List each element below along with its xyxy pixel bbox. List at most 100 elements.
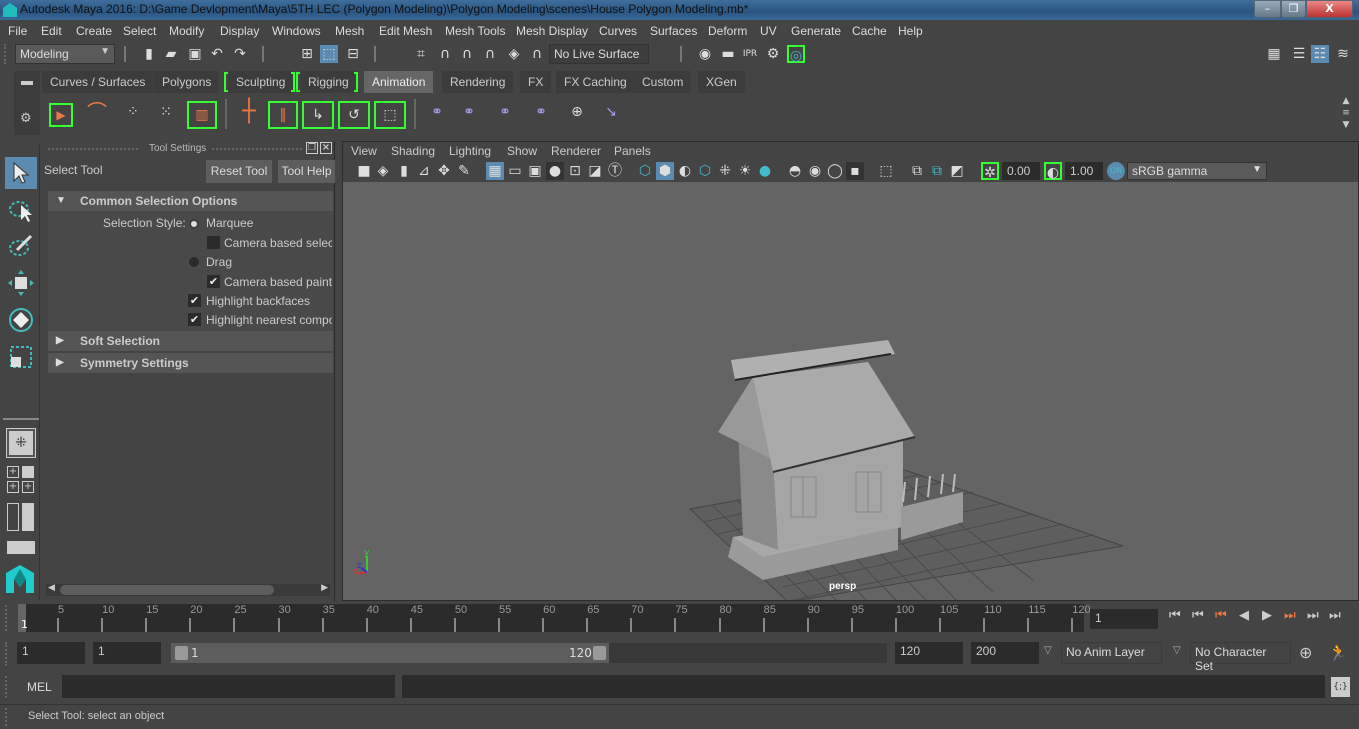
select-hierarchy-icon[interactable]: ⊞ <box>298 45 316 63</box>
image-plane-icon[interactable]: ⊿ <box>415 162 433 180</box>
four-view-layout-icon[interactable]: + <box>22 481 34 493</box>
symmetry-settings-section[interactable]: ▶ Symmetry Settings <box>48 353 333 373</box>
use-all-lights-icon[interactable]: ☀ <box>736 162 754 180</box>
smooth-shade-icon[interactable]: ⬢ <box>656 162 674 180</box>
attribute-editor-icon[interactable]: ☰ <box>1290 45 1308 63</box>
menu-cache[interactable]: Cache <box>852 24 887 38</box>
live-surface-field[interactable]: No Live Surface <box>549 44 649 64</box>
character-set-dropdown[interactable]: No Character Set <box>1190 642 1291 673</box>
xray-components-icon[interactable]: ◩ <box>948 162 966 180</box>
save-scene-icon[interactable]: ▣ <box>186 45 204 63</box>
menu-file[interactable]: File <box>8 24 27 38</box>
create-clip-icon[interactable]: ▥ <box>187 101 217 129</box>
time-slider-grip[interactable] <box>5 605 9 631</box>
highlight-nearest-checkbox[interactable]: ✔ <box>188 313 201 326</box>
scale-constraint-icon[interactable]: ⚭ <box>528 103 554 127</box>
menu-surfaces[interactable]: Surfaces <box>650 24 697 38</box>
select-tool-icon[interactable] <box>5 157 37 189</box>
scroll-right-icon[interactable]: ▶ <box>321 583 328 593</box>
menu-generate[interactable]: Generate <box>791 24 841 38</box>
gate-mask-icon[interactable]: ● <box>546 162 564 180</box>
select-object-icon[interactable]: ⬚ <box>320 45 338 63</box>
step-back-key-icon[interactable]: ⏮ <box>1215 608 1227 623</box>
exposure-field[interactable]: 0.00 <box>1002 162 1040 180</box>
viewport-menu-shading[interactable]: Shading <box>391 144 435 158</box>
menu-windows[interactable]: Windows <box>272 24 321 38</box>
motion-trail-icon[interactable]: ⌒ <box>85 102 109 127</box>
bookmark-icon[interactable]: ▮ <box>395 162 413 180</box>
aim-constraint-icon[interactable]: ⊕ <box>564 103 590 127</box>
viewport-menu-renderer[interactable]: Renderer <box>551 144 601 158</box>
shelf-tab-polygons[interactable]: Polygons <box>154 71 220 93</box>
hypershade-icon[interactable]: ◎ <box>787 45 805 64</box>
screen-space-ao-icon[interactable]: ◓ <box>786 162 804 180</box>
textured-icon[interactable]: ⁜ <box>716 162 734 180</box>
menu-uv[interactable]: UV <box>760 24 777 38</box>
panel-drag-grip[interactable] <box>48 148 138 150</box>
two-d-pan-zoom-icon[interactable]: ✥ <box>435 162 453 180</box>
point-constraint-icon[interactable]: ⚭ <box>456 103 482 127</box>
animation-end-field[interactable]: 200 <box>971 642 1039 664</box>
shelf-tab-fx[interactable]: FX <box>520 71 552 93</box>
render-settings-icon[interactable]: ⚙ <box>764 45 782 63</box>
help-line-grip[interactable] <box>5 708 9 726</box>
shelf-settings-gear-icon[interactable]: ⚙ <box>20 111 32 126</box>
menu-edit-mesh[interactable]: Edit Mesh <box>379 24 432 38</box>
rotate-tool-icon[interactable] <box>5 304 37 336</box>
make-live-icon[interactable]: ◈ <box>505 45 523 63</box>
key-rotate-icon[interactable]: ↺ <box>338 101 370 129</box>
anim-layer-dropdown[interactable]: No Anim Layer <box>1061 642 1162 664</box>
graph-editor-layout-icon[interactable] <box>7 541 35 554</box>
reset-tool-button[interactable]: Reset Tool <box>206 160 272 183</box>
new-scene-icon[interactable]: ▮ <box>140 45 158 63</box>
menu-create[interactable]: Create <box>76 24 112 38</box>
scale-tool-icon[interactable] <box>5 341 37 373</box>
use-default-material-icon[interactable]: ◐ <box>676 162 694 180</box>
shelf-tab-custom[interactable]: Custom <box>634 71 692 93</box>
tool-settings-toggle-icon[interactable]: ☷ <box>1311 45 1329 63</box>
minimize-button[interactable]: – <box>1254 0 1281 18</box>
ipr-render-icon[interactable]: IPR <box>741 45 759 63</box>
paint-select-tool-icon[interactable] <box>5 230 37 262</box>
shelf-scroll-arrows[interactable]: ▲ ≡ ▼ <box>1339 95 1353 131</box>
auto-key-icon[interactable]: ⊕ <box>1299 643 1312 662</box>
outliner-layout-icon[interactable] <box>7 503 19 531</box>
current-frame-field[interactable]: 1 <box>1090 609 1158 629</box>
shelf-tab-rigging[interactable]: Rigging <box>300 71 357 93</box>
marquee-radio[interactable] <box>189 219 199 229</box>
four-view-layout-icon[interactable]: + <box>7 466 19 478</box>
exposure-icon[interactable]: ✲ <box>981 162 999 181</box>
scroll-left-icon[interactable]: ◀ <box>48 583 55 593</box>
time-slider[interactable]: 1 5 10 15 20 25 30 35 40 45 50 55 60 65 70 75 80 85 90 95 1… <box>18 604 1091 632</box>
close-panel-icon[interactable]: × <box>320 142 332 154</box>
set-breakdown-icon[interactable]: ‖ <box>268 101 298 129</box>
orient-constraint-icon[interactable]: ⚭ <box>492 103 518 127</box>
wireframe-on-shaded-icon[interactable]: ⬡ <box>696 162 714 180</box>
menu-mesh-tools[interactable]: Mesh Tools <box>445 24 505 38</box>
scene-canvas[interactable]: y x z <box>343 182 1358 600</box>
viewport-menu-show[interactable]: Show <box>507 144 537 158</box>
drag-radio[interactable] <box>189 257 199 267</box>
color-management-toggle[interactable]: ON <box>1107 162 1125 180</box>
viewport-menu-lighting[interactable]: Lighting <box>449 144 491 158</box>
common-selection-options-section[interactable]: ▼ Common Selection Options <box>48 191 333 211</box>
scrollbar-thumb[interactable] <box>60 585 274 595</box>
go-to-end-icon[interactable]: ⏭ <box>1329 608 1341 623</box>
character-set-dropdown-arrow-icon[interactable]: ▽ <box>1173 645 1181 656</box>
range-slider-track[interactable] <box>609 643 887 663</box>
safe-action-icon[interactable]: ◪ <box>586 162 604 180</box>
camera-based-selection-checkbox[interactable] <box>207 236 220 249</box>
range-slider-grip[interactable] <box>5 642 9 666</box>
animation-preferences-icon[interactable]: 🏃 <box>1328 643 1348 662</box>
highlight-backfaces-checkbox[interactable]: ✔ <box>188 294 201 307</box>
viewport-panel[interactable]: View Shading Lighting Show Renderer Pane… <box>342 141 1359 601</box>
shelf-tab-rendering[interactable]: Rendering <box>442 71 514 93</box>
field-chart-icon[interactable]: ⊡ <box>566 162 584 180</box>
snap-icon[interactable]: ∩ <box>528 45 546 63</box>
lasso-tool-icon[interactable] <box>5 193 37 225</box>
key-scale-icon[interactable]: ⬚ <box>374 101 406 129</box>
grid-toggle-icon[interactable]: ▦ <box>486 162 504 180</box>
step-forward-frame-icon[interactable]: ⏭ <box>1307 608 1319 623</box>
resolution-gate-icon[interactable]: ▣ <box>526 162 544 180</box>
modeling-toolkit-icon[interactable]: ▦ <box>1265 45 1283 63</box>
